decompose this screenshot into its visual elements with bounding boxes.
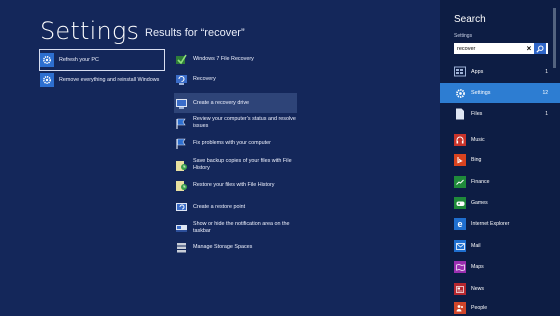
clear-search-icon[interactable]: × <box>524 43 534 54</box>
file-history-icon <box>174 178 188 192</box>
scope-files[interactable]: Files 1 <box>440 104 560 124</box>
start-screen: Settings Results for “recover” Refresh y… <box>0 0 560 316</box>
search-icon[interactable] <box>534 43 546 54</box>
app-music[interactable]: Music <box>454 133 485 147</box>
mail-icon <box>454 240 466 252</box>
result-create-recovery-drive[interactable]: Create a recovery drive <box>174 93 297 113</box>
gamepad-icon <box>454 197 466 209</box>
app-news[interactable]: News <box>454 282 484 296</box>
page-title: Settings <box>40 17 140 45</box>
gear-icon <box>40 53 54 67</box>
results-heading: Results for “recover” <box>145 27 245 39</box>
search-charm-pane: Search Settings × Apps 1 Settings 12 <box>440 0 560 316</box>
search-pane-title: Search <box>454 14 486 25</box>
finance-chart-icon <box>454 176 466 188</box>
recovery-icon <box>174 72 188 86</box>
maps-icon <box>454 261 466 273</box>
file-history-icon <box>174 158 188 172</box>
result-refresh-pc[interactable]: Refresh your PC <box>39 49 165 71</box>
result-restore-files[interactable]: Restore your files with File History <box>174 175 302 195</box>
action-center-flag-icon <box>174 116 188 130</box>
headphones-icon <box>454 134 466 146</box>
app-bing[interactable]: Bing <box>454 153 481 167</box>
taskbar-icon <box>174 221 188 235</box>
action-center-flag-icon <box>174 136 188 150</box>
result-win7-file-recovery[interactable]: Windows 7 File Recovery <box>174 49 296 69</box>
files-icon <box>454 108 466 120</box>
scope-apps[interactable]: Apps 1 <box>440 62 560 82</box>
scrollbar-thumb[interactable] <box>553 8 556 68</box>
gear-icon <box>454 87 466 99</box>
app-finance[interactable]: Finance <box>454 175 489 189</box>
bing-icon <box>454 154 466 166</box>
people-icon <box>454 302 466 314</box>
result-notification-area[interactable]: Show or hide the notification area on th… <box>174 218 302 238</box>
search-box: × <box>454 43 548 54</box>
gear-icon <box>40 73 54 87</box>
result-review-status[interactable]: Review your computer’s status and resolv… <box>174 113 302 133</box>
search-pane-scrollbar[interactable] <box>553 0 556 316</box>
apps-icon <box>454 66 466 78</box>
app-games[interactable]: Games <box>454 196 488 210</box>
app-mail[interactable]: Mail <box>454 239 481 253</box>
recovery-drive-icon <box>174 96 188 110</box>
app-internet-explorer[interactable]: e Internet Explorer <box>454 217 509 231</box>
search-input[interactable] <box>454 43 524 54</box>
result-remove-everything[interactable]: Remove everything and reinstall Windows <box>40 70 170 90</box>
result-storage-spaces[interactable]: Manage Storage Spaces <box>174 237 302 257</box>
app-people[interactable]: People <box>454 301 487 315</box>
result-fix-problems[interactable]: Fix problems with your computer <box>174 133 302 153</box>
result-create-restore-point[interactable]: Create a restore point <box>174 197 302 217</box>
scope-settings[interactable]: Settings 12 <box>440 83 560 103</box>
system-restore-icon <box>174 200 188 214</box>
ie-icon: e <box>454 218 466 230</box>
result-save-backup[interactable]: Save backup copies of your files with Fi… <box>174 155 302 175</box>
news-icon <box>454 283 466 295</box>
search-scope-label: Settings <box>454 33 473 39</box>
storage-spaces-icon <box>174 240 188 254</box>
app-maps[interactable]: Maps <box>454 260 484 274</box>
result-recovery[interactable]: Recovery <box>174 69 296 89</box>
file-recovery-icon <box>174 52 188 66</box>
